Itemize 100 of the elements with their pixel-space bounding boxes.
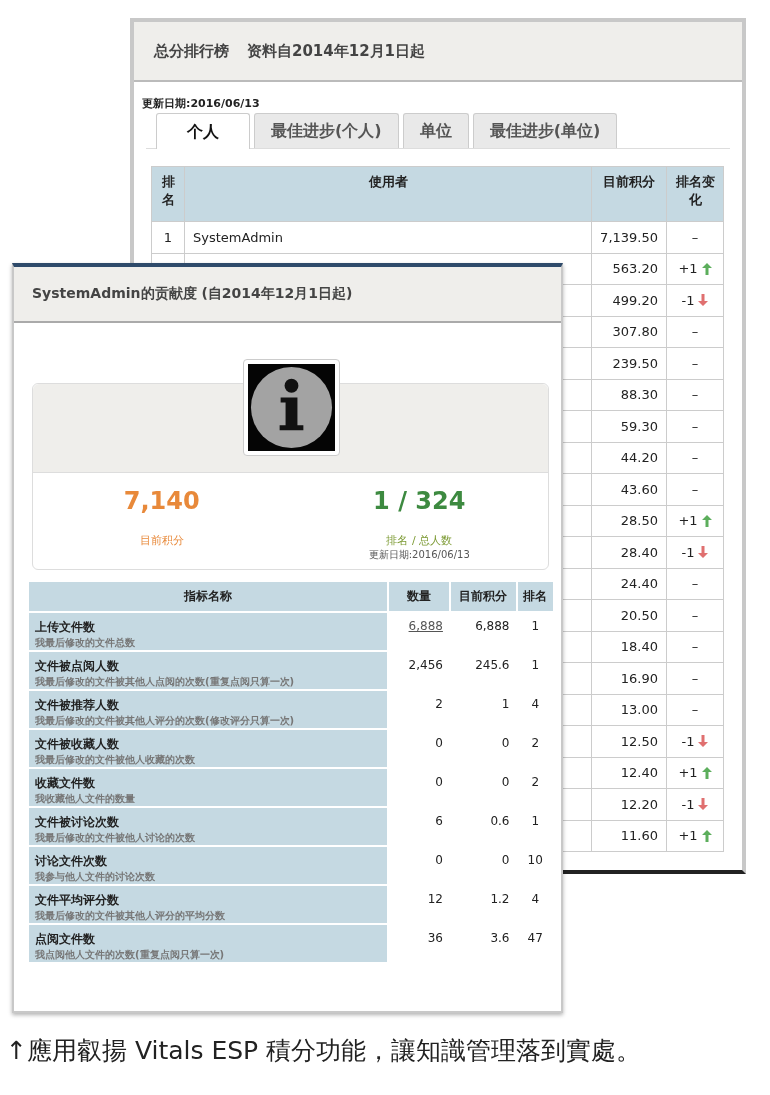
count-cell: 2 <box>435 697 443 711</box>
metric-name: 讨论文件次数 <box>35 853 108 870</box>
rank-change: – <box>691 702 699 718</box>
rank-change: +1 <box>678 828 698 844</box>
score-cell: 7,139.50 <box>600 229 658 245</box>
rank-change: – <box>691 481 699 497</box>
rank-change: – <box>691 324 699 340</box>
score-cell: 18.40 <box>620 639 658 655</box>
score-cell: 88.30 <box>620 387 658 403</box>
column-header: 目前积分 <box>591 166 667 222</box>
score-cell: 0.6 <box>490 814 510 828</box>
score-cell: 307.80 <box>612 324 658 340</box>
column-header: 目前积分 <box>449 581 517 612</box>
caption: ↑應用叡揚 Vitals ESP 積分功能，讓知識管理落到實處。 <box>6 1035 642 1067</box>
score-cell: 6,888 <box>475 619 510 633</box>
metric-name: 文件被点阅人数 <box>35 658 120 675</box>
rank-value: 1 / 324 <box>373 487 466 515</box>
window-title: SystemAdmin的贡献度 (自2014年12月1日起) <box>32 285 353 303</box>
rank-label: 排名 / 总人数 <box>386 533 453 548</box>
rank-change: -1 <box>681 796 695 812</box>
down-arrow-icon <box>698 735 709 748</box>
metric-name: 点阅文件数 <box>35 931 96 948</box>
rank-change: – <box>691 229 699 245</box>
rank-cell: 2 <box>531 775 540 789</box>
down-arrow-icon <box>698 546 709 559</box>
metric-name: 文件平均评分数 <box>35 892 120 909</box>
score-cell: 12.20 <box>620 796 658 812</box>
score-cell: 16.90 <box>620 670 658 686</box>
score-cell: 12.50 <box>620 733 658 749</box>
score-cell: 0 <box>501 736 510 750</box>
score-cell: 3.6 <box>490 931 510 945</box>
rank-change: – <box>691 607 699 623</box>
count-cell: 0 <box>435 736 443 750</box>
score-cell: 20.50 <box>620 607 658 623</box>
count-cell: 0 <box>435 853 443 867</box>
rank-change: +1 <box>678 513 698 529</box>
points-value: 7,140 <box>123 487 200 515</box>
column-header: 使用者 <box>184 166 592 222</box>
metric-description: 我点阅他人文件的次数(重复点阅只算一次) <box>35 948 226 962</box>
down-arrow-icon <box>698 294 709 307</box>
window-title: 总分排行榜 <box>154 41 229 61</box>
score-cell: 0 <box>501 775 510 789</box>
metric-name: 文件被收藏人数 <box>35 736 120 753</box>
rank-change: – <box>691 639 699 655</box>
tab[interactable]: 最佳进步(个人) <box>254 113 399 148</box>
count-cell: 6 <box>435 814 443 828</box>
rank-change: – <box>691 418 699 434</box>
metric-description: 我最后修改的文件被其他人点阅的次数(重复点阅只算一次) <box>35 675 296 689</box>
count-cell: 12 <box>427 892 443 906</box>
count-cell: 0 <box>435 775 443 789</box>
score-cell: 1.2 <box>490 892 510 906</box>
rank-cell: 1 <box>163 229 173 245</box>
score-cell: 1 <box>501 697 510 711</box>
up-arrow-icon <box>701 262 712 275</box>
score-cell: 499.20 <box>612 292 658 308</box>
rank-change: – <box>691 670 699 686</box>
tab[interactable]: 单位 <box>402 113 469 148</box>
rank-change: -1 <box>681 292 695 308</box>
user-cell: SystemAdmin <box>193 229 283 245</box>
score-cell: 44.20 <box>620 450 658 466</box>
rank-cell: 2 <box>531 736 540 750</box>
metric-description: 我参与他人文件的讨论次数 <box>35 870 156 884</box>
rank-cell: 10 <box>527 853 543 867</box>
score-cell: 28.40 <box>620 544 658 560</box>
column-header: 排名 <box>151 166 185 222</box>
score-cell: 563.20 <box>612 261 658 277</box>
metric-description: 我最后修改的文件被其他人评分的次数(修改评分只算一次) <box>35 714 296 728</box>
metric-name: 收藏文件数 <box>35 775 96 792</box>
rank-change: -1 <box>681 733 695 749</box>
down-arrow-icon <box>698 798 709 811</box>
column-header: 数量 <box>388 581 450 612</box>
rank-cell: 4 <box>531 892 540 906</box>
score-cell: 12.40 <box>620 765 658 781</box>
rank-change: – <box>691 387 699 403</box>
points-label: 目前积分 <box>139 533 184 548</box>
window-subtitle: 资料自2014年12月1日起 <box>247 41 426 61</box>
score-cell: 28.50 <box>620 513 658 529</box>
score-cell: 59.30 <box>620 418 658 434</box>
score-cell: 245.6 <box>475 658 510 672</box>
score-cell: 13.00 <box>620 702 658 718</box>
rank-cell: 1 <box>531 658 540 672</box>
up-arrow-icon <box>701 514 712 527</box>
update-date: 更新日期:2016/06/13 <box>142 96 260 111</box>
rank-change: – <box>691 576 699 592</box>
tab[interactable]: 最佳进步(单位) <box>472 113 618 148</box>
score-cell: 24.40 <box>620 576 658 592</box>
up-arrow-icon <box>701 766 712 779</box>
metric-description: 我最后修改的文件总数 <box>35 636 136 650</box>
tab[interactable]: 个人 <box>156 113 250 149</box>
metric-description: 我最后修改的文件被他人收藏的次数 <box>35 753 196 767</box>
metric-name: 文件被推荐人数 <box>35 697 120 714</box>
rank-change: +1 <box>678 261 698 277</box>
score-cell: 239.50 <box>612 355 658 371</box>
metric-description: 我最后修改的文件被他人讨论的次数 <box>35 831 196 845</box>
rank-cell: 47 <box>527 931 543 945</box>
count-cell: 2,456 <box>408 658 443 672</box>
rank-change: -1 <box>681 544 695 560</box>
metric-description: 我收藏他人文件的数量 <box>35 792 136 806</box>
rank-change: – <box>691 450 699 466</box>
rank-cell: 1 <box>531 619 540 633</box>
